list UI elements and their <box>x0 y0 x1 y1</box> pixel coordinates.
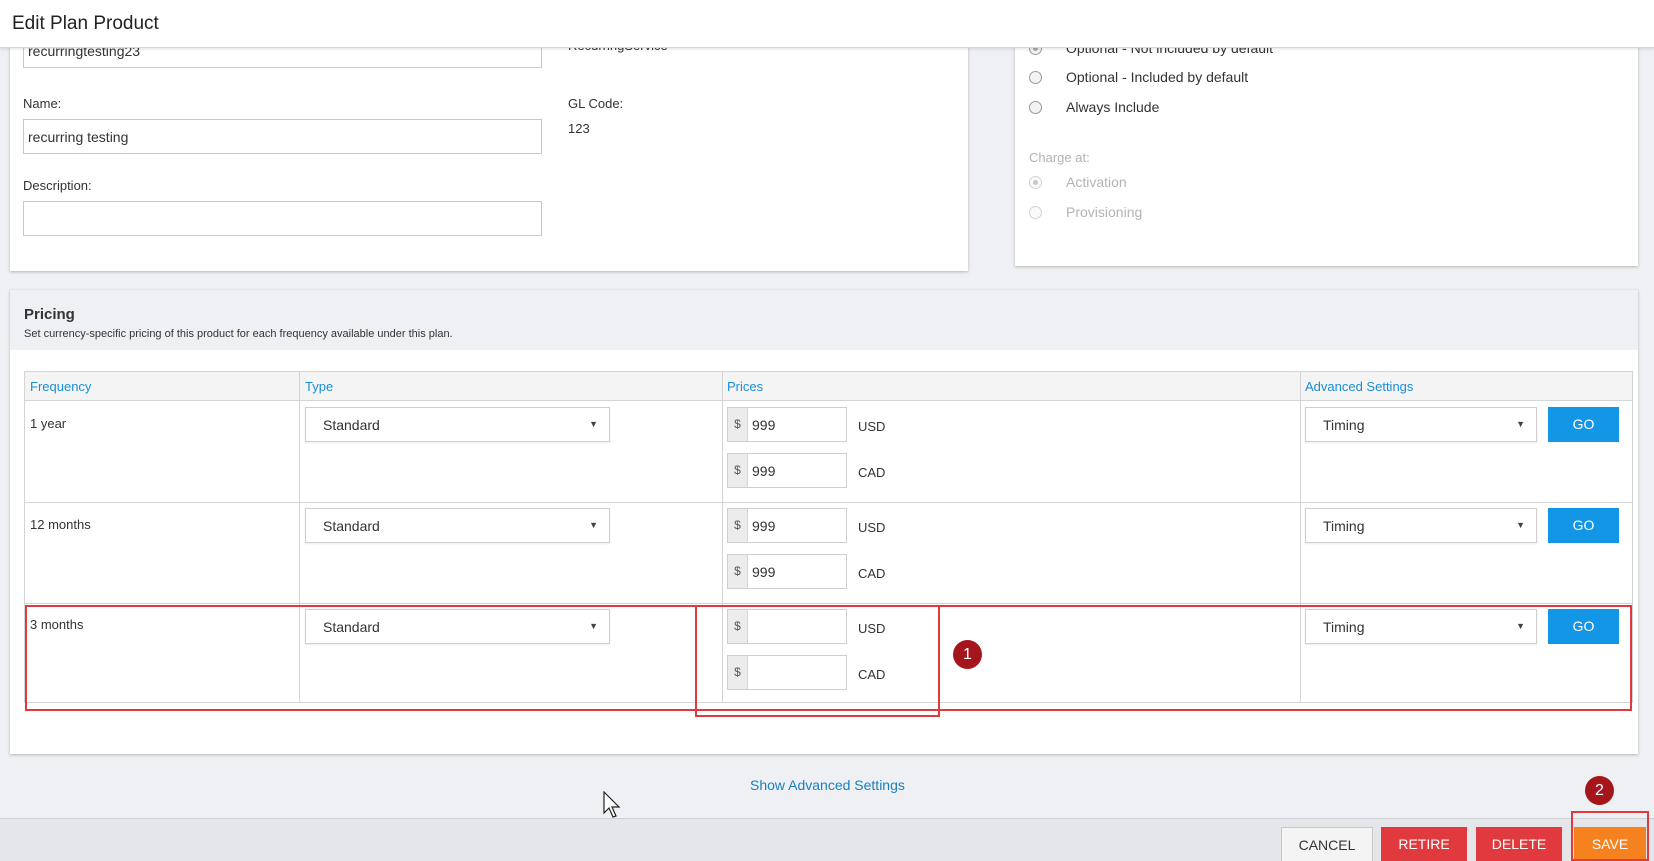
dollar-icon: $ <box>728 656 748 689</box>
gl-code-value: 123 <box>568 121 590 136</box>
step-badge-2: 2 <box>1585 776 1614 805</box>
cad-currency-label: CAD <box>858 566 886 581</box>
cad-price-value: 999 <box>752 564 776 580</box>
pricing-section: Pricing Set currency-specific pricing of… <box>10 290 1638 754</box>
usd-price-input[interactable]: $ 999 <box>727 508 847 543</box>
advanced-select-value: Timing <box>1323 619 1365 635</box>
radio-button[interactable] <box>1029 175 1042 189</box>
dollar-icon: $ <box>728 555 748 588</box>
row-divider <box>25 502 1632 503</box>
radio-label: Activation <box>1066 174 1127 190</box>
type-select-value: Standard <box>323 417 380 433</box>
cad-currency-label: CAD <box>858 667 886 682</box>
usd-price-value: 999 <box>752 518 776 534</box>
column-header-advanced[interactable]: Advanced Settings <box>1305 379 1413 394</box>
product-details-card: RecurringService Name: GL Code: 123 Desc… <box>10 30 968 271</box>
retire-button[interactable]: RETIRE <box>1381 827 1467 861</box>
step-badge-1: 1 <box>953 640 982 669</box>
radio-label: Always Include <box>1066 99 1160 115</box>
column-header-prices[interactable]: Prices <box>727 379 763 394</box>
radio-label: Optional - Included by default <box>1066 69 1249 85</box>
mouse-cursor-icon <box>603 791 621 818</box>
charge-at-label: Charge at: <box>1029 150 1090 165</box>
advanced-select-value: Timing <box>1323 417 1365 433</box>
cad-currency-label: CAD <box>858 465 886 480</box>
usd-price-input[interactable]: $ <box>727 609 847 644</box>
column-divider <box>299 372 300 702</box>
radio-button[interactable] <box>1029 70 1042 84</box>
table-header: Frequency Type Prices Advanced Settings <box>25 372 1632 401</box>
caret-down-icon: ▼ <box>589 621 598 631</box>
row-divider <box>25 603 1632 604</box>
type-select[interactable]: Standard ▼ <box>305 508 610 543</box>
show-advanced-settings-link[interactable]: Show Advanced Settings <box>750 777 905 793</box>
radio-button[interactable] <box>1029 205 1042 219</box>
footer-bar: CANCEL RETIRE DELETE SAVE <box>0 818 1654 861</box>
caret-down-icon: ▼ <box>589 520 598 530</box>
page-title: Edit Plan Product <box>12 13 159 34</box>
caret-down-icon: ▼ <box>589 419 598 429</box>
usd-currency-label: USD <box>858 419 886 434</box>
radio-button[interactable] <box>1029 100 1042 114</box>
inclusion-option-always[interactable]: Always Include <box>1029 98 1159 116</box>
dollar-icon: $ <box>728 408 748 441</box>
radio-label: Provisioning <box>1066 204 1143 220</box>
frequency-cell: 3 months <box>30 617 84 632</box>
type-select-value: Standard <box>323 619 380 635</box>
name-input[interactable] <box>23 119 542 154</box>
usd-currency-label: USD <box>858 621 886 636</box>
frequency-cell: 1 year <box>30 416 67 431</box>
column-divider <box>1300 372 1301 702</box>
go-button[interactable]: GO <box>1548 407 1619 442</box>
description-input[interactable] <box>23 201 542 236</box>
usd-price-input[interactable]: $ 999 <box>727 407 847 442</box>
caret-down-icon: ▼ <box>1516 621 1525 631</box>
type-select-value: Standard <box>323 518 380 534</box>
column-divider <box>722 372 723 702</box>
cad-price-input[interactable]: $ <box>727 655 847 690</box>
name-label: Name: <box>23 96 62 111</box>
column-header-frequency[interactable]: Frequency <box>30 379 91 394</box>
go-button[interactable]: GO <box>1548 508 1619 543</box>
inclusion-card: Optional - Not included by default Optio… <box>1015 30 1638 266</box>
go-button[interactable]: GO <box>1548 609 1619 644</box>
save-button[interactable]: SAVE <box>1574 827 1646 861</box>
dollar-icon: $ <box>728 509 748 542</box>
page-header: Edit Plan Product <box>0 0 1654 48</box>
advanced-select[interactable]: Timing ▼ <box>1305 508 1537 543</box>
pricing-title: Pricing <box>24 306 75 323</box>
pricing-subtitle: Set currency-specific pricing of this pr… <box>24 328 453 340</box>
advanced-select-value: Timing <box>1323 518 1365 534</box>
inclusion-option-included[interactable]: Optional - Included by default <box>1029 68 1248 86</box>
caret-down-icon: ▼ <box>1516 520 1525 530</box>
caret-down-icon: ▼ <box>1516 419 1525 429</box>
pricing-table: Frequency Type Prices Advanced Settings … <box>24 371 1633 703</box>
frequency-cell: 12 months <box>30 517 91 532</box>
type-select[interactable]: Standard ▼ <box>305 609 610 644</box>
dollar-icon: $ <box>728 610 748 643</box>
column-header-type[interactable]: Type <box>305 379 333 394</box>
cad-price-input[interactable]: $ 999 <box>727 554 847 589</box>
cancel-button[interactable]: CANCEL <box>1281 827 1373 861</box>
usd-price-value: 999 <box>752 417 776 433</box>
charge-option-activation[interactable]: Activation <box>1029 173 1127 191</box>
advanced-select[interactable]: Timing ▼ <box>1305 609 1537 644</box>
delete-button[interactable]: DELETE <box>1476 827 1562 861</box>
dollar-icon: $ <box>728 454 748 487</box>
gl-code-label: GL Code: <box>568 96 624 111</box>
cad-price-value: 999 <box>752 463 776 479</box>
cad-price-input[interactable]: $ 999 <box>727 453 847 488</box>
type-select[interactable]: Standard ▼ <box>305 407 610 442</box>
charge-option-provisioning[interactable]: Provisioning <box>1029 203 1142 221</box>
advanced-select[interactable]: Timing ▼ <box>1305 407 1537 442</box>
pricing-header: Pricing Set currency-specific pricing of… <box>10 290 1638 350</box>
usd-currency-label: USD <box>858 520 886 535</box>
description-label: Description: <box>23 178 92 193</box>
